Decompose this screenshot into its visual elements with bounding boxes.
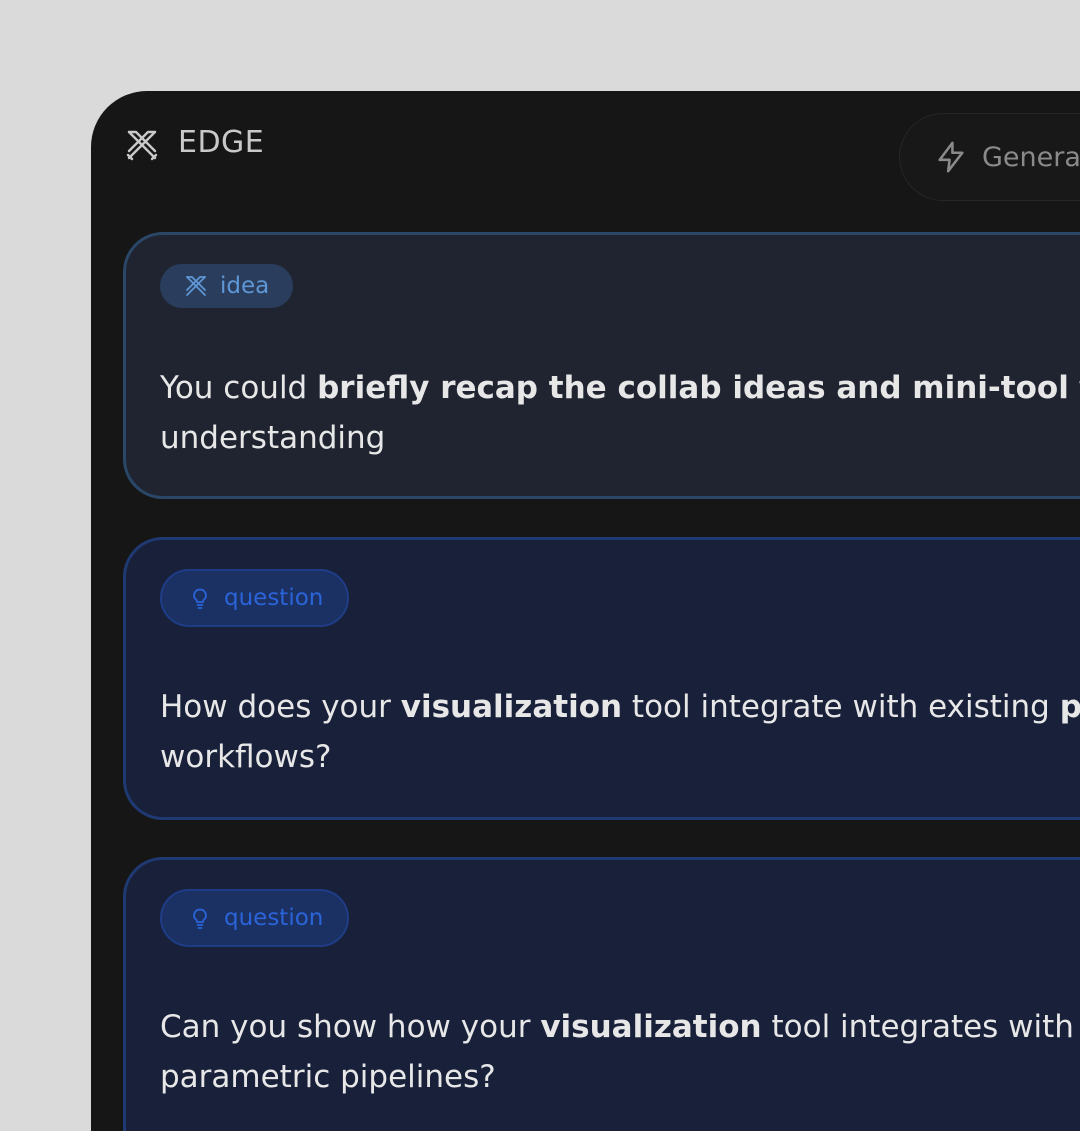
suggestion-text: You could briefly recap the collab ideas… [160, 363, 1080, 463]
question-tag[interactable]: question [160, 889, 350, 947]
suggestion-line-2: understanding [160, 420, 386, 456]
suggestion-card-question[interactable]: question Can you show how your visualiza… [123, 857, 1080, 1131]
suggestion-line-1: How does your visualization tool integra… [160, 682, 1080, 732]
text-run: You could [160, 370, 318, 406]
text-run: How does your [160, 689, 401, 725]
text-run-bold: briefly recap the collab ideas and mini-… [317, 370, 1069, 406]
lightbulb-icon [193, 908, 207, 929]
text-run: tool integrate with existing [622, 689, 1060, 725]
tag-label: idea [220, 273, 270, 299]
suggestion-text: How does your visualization tool integra… [160, 682, 1080, 782]
text-run-bold: visualization [540, 1009, 762, 1045]
generate-button-label: Genera [982, 141, 1080, 173]
suggestion-line-1: Can you show how your visualization tool… [160, 1002, 1080, 1052]
idea-tag[interactable]: idea [160, 264, 294, 308]
lightbulb-icon [193, 588, 207, 609]
text-run: Can you show how your [160, 1009, 541, 1045]
question-tag[interactable]: question [160, 569, 350, 627]
tag-label: question [224, 905, 324, 931]
suggestion-line-2: parametric pipelines? [160, 1059, 496, 1095]
suggestion-line-2: workflows? [160, 739, 332, 775]
text-run-bold: visualization [400, 689, 623, 725]
edge-logo-icon [126, 130, 158, 161]
text-run-bold: par [1059, 689, 1080, 725]
lightning-icon [938, 141, 964, 173]
idea-icon [186, 276, 206, 296]
brand-name: EDGE [178, 125, 265, 160]
suggestion-card-question[interactable]: question How does your visualization too… [123, 537, 1080, 820]
tag-label: question [224, 585, 324, 611]
app-panel: EDGE Genera idea You could briefly recap… [91, 91, 1080, 1131]
text-run: to [1069, 370, 1080, 406]
generate-button[interactable]: Genera [899, 113, 1080, 201]
suggestion-text: Can you show how your visualization tool… [160, 1002, 1080, 1102]
suggestion-card-idea[interactable]: idea You could briefly recap the collab … [123, 232, 1080, 499]
text-run: tool integrates with e [761, 1009, 1080, 1045]
suggestion-line-1: You could briefly recap the collab ideas… [160, 363, 1080, 413]
